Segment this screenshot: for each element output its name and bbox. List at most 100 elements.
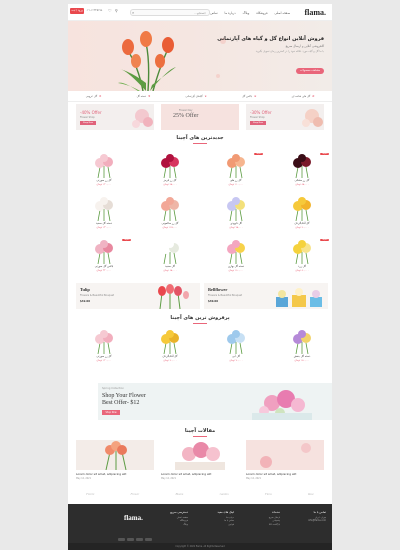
product-price: ۶۵,۰۰۰ تومان	[163, 268, 177, 272]
category-item[interactable]: ❀باکس گل	[242, 95, 256, 98]
search-icon[interactable]: ⌕	[132, 10, 134, 15]
banner-title: 25% Offer	[173, 113, 199, 119]
promo-tulip[interactable]: Tulip Flowers & Beautiful Bouquet $32.00	[76, 283, 200, 309]
product-image	[142, 195, 198, 221]
footer-logo[interactable]: flama.	[124, 514, 143, 522]
product-image: تخفیف	[274, 238, 330, 264]
product-price: ۱۲۰,۰۰۰ تومان	[96, 358, 112, 362]
footer-heading: دسترسی سریع	[170, 510, 188, 514]
product-card[interactable]: دسته گل سفید ۱۳۰,۰۰۰ تومان	[76, 195, 132, 229]
product-card[interactable]: گل آفتابگردان ۹۰,۰۰۰ تومان	[142, 328, 198, 362]
blog-title[interactable]: Lorem dolor sit amet, adipiscing elit	[76, 472, 154, 476]
product-price: ۱۵۰,۰۰۰ تومان	[294, 358, 310, 362]
product-image	[274, 328, 330, 354]
product-price: ۱۲۰,۰۰۰ تومان	[96, 182, 112, 186]
footer-column: تماس با ما تهران، ایران info@flama.com	[286, 510, 326, 523]
blog-title[interactable]: Lorem dolor sit amet, adipiscing elit	[161, 472, 239, 476]
product-image	[142, 152, 198, 178]
product-card[interactable]: دسته گل بهاری ۱۸۰,۰۰۰ تومان	[208, 238, 264, 272]
copyright: Copyright © 2021 flama. All Rights Reser…	[68, 543, 332, 550]
product-card[interactable]: تخفیف گل رز هلو ۱۱۰,۰۰۰ تومان	[208, 152, 264, 186]
category-item[interactable]: ❁گل عروس	[86, 95, 102, 98]
hero-shop-button[interactable]: مشاهده محصولات	[296, 68, 324, 74]
banner-shop-button[interactable]: Shop Now	[250, 121, 266, 125]
blog-date: May 12, 2021	[76, 477, 91, 480]
hero-title: فروش آنلاین انواع گل و گیاه های آپارتمان…	[217, 36, 324, 42]
phone-number: ۰۲۱-۱۲۳۴۵۶۷۸	[86, 9, 103, 12]
banner-shop-button[interactable]: Shop Now	[102, 410, 120, 415]
section-title-popular: پرفروش ترین های آچینا	[68, 315, 332, 324]
product-image	[76, 152, 132, 178]
product-image	[142, 328, 198, 354]
shop-flower-banner[interactable]: Spring Collection Shop Your Flower Best …	[98, 383, 332, 420]
offer-banner-right[interactable]: -30% Offer Flower Shop Shop Now	[246, 104, 324, 130]
product-image	[76, 195, 132, 221]
product-image: تخفیف	[76, 238, 132, 264]
partner-logo: Flora	[264, 492, 272, 496]
product-card[interactable]: گل آفتابگردان ۹۰,۰۰۰ تومان	[274, 195, 330, 229]
product-card[interactable]: گل آبی ۷۰,۰۰۰ تومان	[208, 328, 264, 362]
category-item[interactable]: ❦گیاهان آپارتمانی	[186, 95, 207, 98]
product-card[interactable]: گل داوودی ۷۵,۰۰۰ تومان	[208, 195, 264, 229]
blog-date: May 12, 2021	[161, 477, 176, 480]
product-card[interactable]: تخفیف باکس گل صورتی ۲۲۰,۰۰۰ تومان	[76, 238, 132, 272]
product-card[interactable]: تخفیف گل رز مشکی ۸۵,۰۰۰ تومان	[274, 152, 330, 186]
payment-icons	[118, 538, 152, 541]
top-bar: flama. صفحه اصلی فروشگاه وبلاگ درباره ما…	[68, 4, 332, 21]
product-card[interactable]: گل رز قرمز ۹۵,۰۰۰ تومان	[142, 152, 198, 186]
banner-flower-image	[132, 109, 153, 128]
nav-about[interactable]: درباره ما	[225, 11, 236, 15]
product-card[interactable]: گل رز صورتی ۱۲۰,۰۰۰ تومان	[76, 328, 132, 362]
search-input[interactable]: جستجو...	[130, 9, 210, 16]
banner-bouquet-image	[252, 390, 312, 420]
sale-badge: تخفیف	[320, 239, 329, 241]
product-price: ۱۱۰,۰۰۰ تومان	[228, 182, 244, 186]
promo-price: $30.00	[208, 300, 219, 303]
product-card[interactable]: دسته گل بنفش ۱۵۰,۰۰۰ تومان	[274, 328, 330, 362]
hero-description: با ما گل و گیاه مورد علاقه خود را در کمت…	[255, 50, 324, 53]
product-image	[208, 238, 264, 264]
product-card[interactable]: گل رز سالمونی ۱۴۵,۰۰۰ تومان	[142, 195, 198, 229]
cart-icon[interactable]: ♡ ⚲	[108, 8, 119, 13]
product-price: ۱۸۰,۰۰۰ تومان	[228, 268, 244, 272]
footer: flama. تماس با ما تهران، ایران info@flam…	[68, 504, 332, 550]
blog-image	[161, 440, 239, 470]
blog-card[interactable]: Lorem dolor sit amet, adipiscing elit Ma…	[76, 440, 154, 480]
partner-logos: Florist Flower Bloom Garden Flora Rose	[68, 488, 332, 500]
product-image: تخفیف	[274, 152, 330, 178]
product-price: ۲۲۰,۰۰۰ تومان	[96, 268, 112, 272]
blog-image	[76, 440, 154, 470]
partner-logo: Rose	[307, 492, 314, 496]
banner-flower-image	[302, 109, 323, 127]
nav-home[interactable]: صفحه اصلی	[275, 11, 290, 15]
product-image	[208, 195, 264, 221]
logo[interactable]: flama.	[304, 8, 326, 17]
footer-heading: تماس با ما	[313, 510, 326, 514]
product-card[interactable]: گل رز صورتی ۱۲۰,۰۰۰ تومان	[76, 152, 132, 186]
footer-link[interactable]: قوانین	[194, 523, 234, 526]
banner-shop-button[interactable]: Shop Now	[80, 121, 96, 125]
footer-link[interactable]: وبلاگ	[148, 523, 188, 526]
banner-title: Shop Your Flower	[102, 393, 146, 399]
footer-link[interactable]: بازگشت کالا	[240, 523, 280, 526]
promo-price: $32.00	[80, 300, 91, 303]
flower-icon: ✿	[312, 95, 315, 98]
nav-shop[interactable]: فروشگاه	[256, 11, 267, 15]
product-card[interactable]: گل سفید ۶۵,۰۰۰ تومان	[142, 238, 198, 272]
blog-card[interactable]: Lorem dolor sit amet, adipiscing elit Ma…	[246, 440, 324, 480]
product-price: ۸۰,۰۰۰ تومان	[295, 268, 309, 272]
promo-bellflower[interactable]: Bellflower Flowers & Beautiful Bouquet $…	[204, 283, 328, 309]
product-card[interactable]: تخفیف گل زرد ۸۰,۰۰۰ تومان	[274, 238, 330, 272]
blog-card[interactable]: Lorem dolor sit amet, adipiscing elit Ma…	[161, 440, 239, 480]
nav-blog[interactable]: وبلاگ	[243, 11, 250, 15]
footer-link[interactable]: info@flama.com	[286, 519, 326, 522]
product-price: ۷۵,۰۰۰ تومان	[229, 225, 243, 229]
category-item[interactable]: ✾دسته گل	[137, 95, 151, 98]
offer-banner-left[interactable]: -40% Offer Flower Shop Shop Now	[76, 104, 154, 130]
category-item[interactable]: ✿گل های شاخه ای	[292, 95, 315, 98]
login-button[interactable]: ورود / ثبت نام	[70, 8, 84, 18]
bouquet-icon: ✾	[148, 95, 151, 98]
blog-title[interactable]: Lorem dolor sit amet, adipiscing elit	[246, 472, 324, 476]
offer-banner-center[interactable]: Flower Day 25% Offer	[161, 104, 239, 130]
promo-tulip-image	[158, 284, 189, 309]
